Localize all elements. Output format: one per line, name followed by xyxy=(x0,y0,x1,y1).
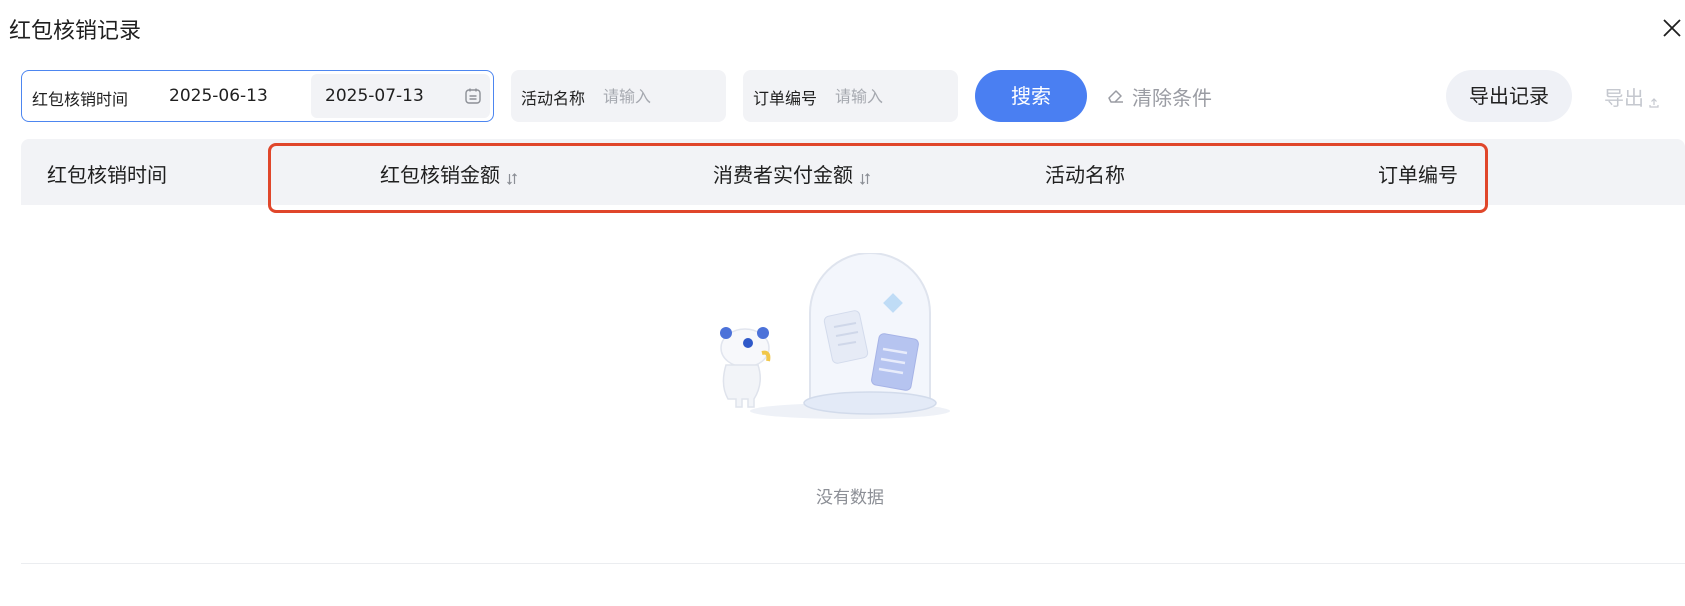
order-number-label: 订单编号 xyxy=(753,89,818,108)
activity-name-field: 活动名称 xyxy=(511,70,726,122)
empty-state: 没有数据 xyxy=(690,253,1010,513)
column-header-activity-name: 活动名称 xyxy=(1045,159,1125,188)
date-range-label: 红包核销时间 xyxy=(32,90,129,109)
column-label: 订单编号 xyxy=(1378,163,1458,187)
export-record-button[interactable]: 导出记录 xyxy=(1446,70,1572,122)
column-label: 红包核销时间 xyxy=(47,163,167,187)
activity-name-label: 活动名称 xyxy=(521,89,586,108)
export-label: 导出 xyxy=(1604,85,1644,110)
column-label: 活动名称 xyxy=(1045,163,1125,187)
column-header-verify-time: 红包核销时间 xyxy=(47,159,167,188)
empty-state-text: 没有数据 xyxy=(816,488,884,508)
divider xyxy=(21,563,1685,564)
column-label: 消费者实付金额 xyxy=(713,163,853,187)
activity-name-input[interactable] xyxy=(603,70,713,122)
order-number-input[interactable] xyxy=(835,70,945,122)
export-button[interactable]: 导出 xyxy=(1604,82,1660,110)
empty-state-illustration xyxy=(720,253,950,419)
upload-icon xyxy=(1648,90,1660,108)
sort-icon[interactable] xyxy=(506,167,518,185)
search-button[interactable]: 搜索 xyxy=(975,70,1087,122)
records-table: 红包核销时间 红包核销金额 消费者实付金额 活动名称 订单编号 xyxy=(21,139,1685,205)
column-header-order-number: 订单编号 xyxy=(1378,159,1458,188)
date-start-input[interactable]: 2025-06-13 xyxy=(147,71,309,121)
sort-icon[interactable] xyxy=(859,167,871,185)
eraser-icon xyxy=(1106,86,1126,106)
column-header-red-packet-amount[interactable]: 红包核销金额 xyxy=(380,159,518,188)
order-number-field: 订单编号 xyxy=(743,70,958,122)
filter-bar: 红包核销时间 2025-06-13 2025-07-13 活动名称 订单编号 搜… xyxy=(0,0,1685,130)
date-range-picker[interactable]: 红包核销时间 2025-06-13 2025-07-13 xyxy=(21,70,494,122)
clear-conditions-button[interactable]: 清除条件 xyxy=(1106,82,1212,110)
clear-conditions-label: 清除条件 xyxy=(1132,85,1212,110)
column-header-consumer-paid-amount[interactable]: 消费者实付金额 xyxy=(713,159,871,188)
column-label: 红包核销金额 xyxy=(380,163,500,187)
calendar-icon[interactable] xyxy=(463,86,483,106)
table-header: 红包核销时间 红包核销金额 消费者实付金额 活动名称 订单编号 xyxy=(21,139,1685,205)
